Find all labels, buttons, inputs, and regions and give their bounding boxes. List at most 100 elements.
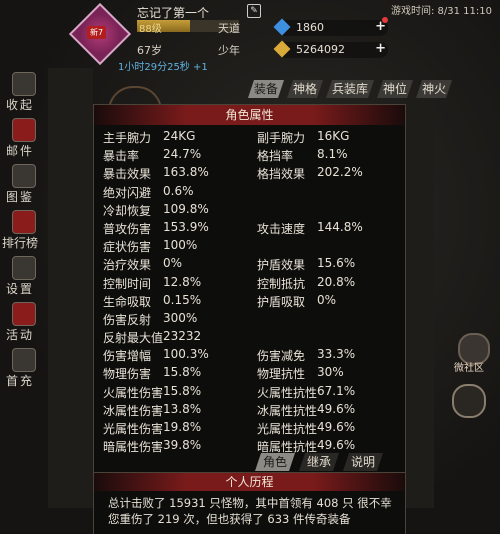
history-title: 个人历程 <box>94 473 405 491</box>
sidebar-item-events[interactable]: 活动 <box>0 300 46 346</box>
attribute-row: 暴击效果 163.8% 格挡效果 202.2% <box>103 165 403 183</box>
attribute-name: 护盾吸取 <box>257 294 306 309</box>
player-name: 忘记了第一个 <box>137 6 210 20</box>
attribute-name: 普攻伤害 <box>103 221 152 236</box>
tab-armory[interactable]: 兵装库 <box>326 80 374 98</box>
attribute-name: 生命吸取 <box>103 294 152 309</box>
equipment-tabs: 装备 神格 兵装库 神位 神火 <box>248 80 455 98</box>
character-tabs: 角色 继承 说明 <box>255 453 387 471</box>
panel-title: 角色属性 <box>94 105 405 125</box>
sidebar-item-codex[interactable]: 图鉴 <box>0 162 46 208</box>
attribute-value: 163.8% <box>163 165 209 180</box>
sidebar-item-recharge[interactable]: 首充 <box>0 346 46 392</box>
attribute-name: 物理伤害 <box>103 367 152 382</box>
player-avatar[interactable]: 新7 <box>68 2 132 66</box>
sidebar-item-label: 设置 <box>6 282 35 296</box>
attribute-row: 治疗效果 0% 护盾效果 15.6% <box>103 256 403 274</box>
attribute-row: 绝对闪避 0.6% <box>103 184 403 202</box>
tab-divinity[interactable]: 神格 <box>287 80 323 98</box>
attribute-row: 症状伤害 100% <box>103 238 403 256</box>
gem-count: 1860 <box>296 21 324 34</box>
add-gold-button[interactable]: + <box>375 41 386 56</box>
sidebar-item-label: 排行榜 <box>2 236 39 250</box>
attribute-name: 冰属性伤害 <box>103 403 164 418</box>
tab-explain[interactable]: 说明 <box>343 453 383 471</box>
attribute-name: 控制时间 <box>103 276 152 291</box>
tab-inherit[interactable]: 继承 <box>299 453 339 471</box>
attribute-value: 0.6% <box>163 183 194 198</box>
attribute-value: 19.8% <box>163 420 202 434</box>
attribute-value: 13.8% <box>163 401 202 416</box>
attribute-value: 0.15% <box>163 292 202 307</box>
attribute-value: 12.8% <box>163 274 202 289</box>
sidebar-item-label: 首充 <box>6 374 35 388</box>
sidebar: 收起 邮件 图鉴 排行榜 设置 活动 首充 <box>0 70 48 392</box>
attribute-value: 49.6% <box>317 438 356 453</box>
attribute-row: 主手腕力 24KG 副手腕力 16KG <box>103 129 403 147</box>
attribute-name: 暴击率 <box>103 149 140 164</box>
attribute-value: 15.6% <box>317 256 356 271</box>
attribute-list[interactable]: 主手腕力 24KG 副手腕力 16KG 暴击率 24.7% 格挡率 8.1% 暴击效果 163.8… <box>103 129 403 456</box>
attribute-value: 24KG <box>163 129 196 143</box>
gem-resource: 1860 + <box>273 17 388 36</box>
attribute-value: 0% <box>317 292 337 307</box>
avatar-tag: 新7 <box>87 26 107 39</box>
attribute-value: 16KG <box>317 129 350 143</box>
sidebar-item-mail[interactable]: 邮件 <box>0 116 46 162</box>
attribute-name: 护盾效果 <box>257 258 306 273</box>
attribute-name: 症状伤害 <box>103 240 152 255</box>
attribute-value: 8.1% <box>317 147 348 162</box>
attribute-value: 100% <box>163 238 198 253</box>
attribute-value: 300% <box>163 310 198 325</box>
attribute-name: 控制抵抗 <box>257 276 306 291</box>
add-gems-button[interactable]: + <box>375 19 386 34</box>
player-stage: 少年 <box>218 44 240 57</box>
history-panel: 个人历程 总计击败了 15931 只怪物，其中首领有 408 只 很不幸您重伤了… <box>93 472 406 534</box>
attribute-name: 格挡效果 <box>257 167 306 182</box>
tab-equipment[interactable]: 装备 <box>248 80 284 98</box>
tab-character[interactable]: 角色 <box>255 453 295 471</box>
attribute-name: 光属性抗性 <box>257 422 318 436</box>
attribute-name: 格挡率 <box>257 149 294 164</box>
sidebar-item-label: 活动 <box>6 328 35 342</box>
sidebar-item-label: 收起 <box>6 98 35 112</box>
attribute-name: 物理抗性 <box>257 367 306 382</box>
attribute-value: 33.3% <box>317 347 356 362</box>
right-backdrop <box>404 98 434 508</box>
sidebar-item-collapse[interactable]: 收起 <box>0 70 46 116</box>
attribute-value: 15.8% <box>163 365 202 380</box>
tab-godfire[interactable]: 神火 <box>416 80 452 98</box>
attribute-value: 153.9% <box>163 219 209 234</box>
attribute-value: 0% <box>163 256 183 271</box>
left-backdrop <box>48 68 93 508</box>
community-button[interactable]: 微社区 <box>452 333 492 374</box>
attribute-name: 反射最大值 <box>103 331 164 346</box>
attribute-value: 24.7% <box>163 147 202 162</box>
collapse-icon <box>12 72 36 96</box>
sidebar-item-settings[interactable]: 设置 <box>0 254 46 300</box>
attribute-row: 物理伤害 15.8% 物理抗性 30% <box>103 365 403 383</box>
gold-resource: 5264092 + <box>273 40 388 58</box>
recharge-icon <box>12 348 36 372</box>
attribute-row: 伤害增幅 100.3% 伤害减免 33.3% <box>103 347 403 365</box>
mail-icon <box>12 118 36 142</box>
attribute-value: 49.6% <box>317 420 356 434</box>
attribute-row: 火属性伤害 15.8% 火属性抗性 67.1% <box>103 384 403 402</box>
attribute-name: 伤害反射 <box>103 312 152 327</box>
tab-godseat[interactable]: 神位 <box>377 80 413 98</box>
attribute-row: 控制时间 12.8% 控制抵抗 20.8% <box>103 275 403 293</box>
ranking-icon <box>12 210 36 234</box>
history-text: 总计击败了 15931 只怪物，其中首领有 408 只 很不幸您重伤了 219 … <box>108 496 392 526</box>
edit-name-icon[interactable]: ✎ <box>247 4 261 18</box>
attribute-row: 生命吸取 0.15% 护盾吸取 0% <box>103 293 403 311</box>
sidebar-item-label: 邮件 <box>6 144 35 158</box>
attribute-value: 39.8% <box>163 438 202 453</box>
offline-timer: 1小时29分25秒 +1 <box>118 62 208 73</box>
sidebar-item-ranking[interactable]: 排行榜 <box>0 208 46 254</box>
attribute-name: 伤害减免 <box>257 349 306 364</box>
emblem-button[interactable] <box>452 384 486 418</box>
attribute-value: 109.8% <box>163 201 209 216</box>
attribute-name: 暴击效果 <box>103 167 152 182</box>
attribute-name: 冷却恢复 <box>103 203 152 218</box>
attribute-value: 202.2% <box>317 165 363 180</box>
